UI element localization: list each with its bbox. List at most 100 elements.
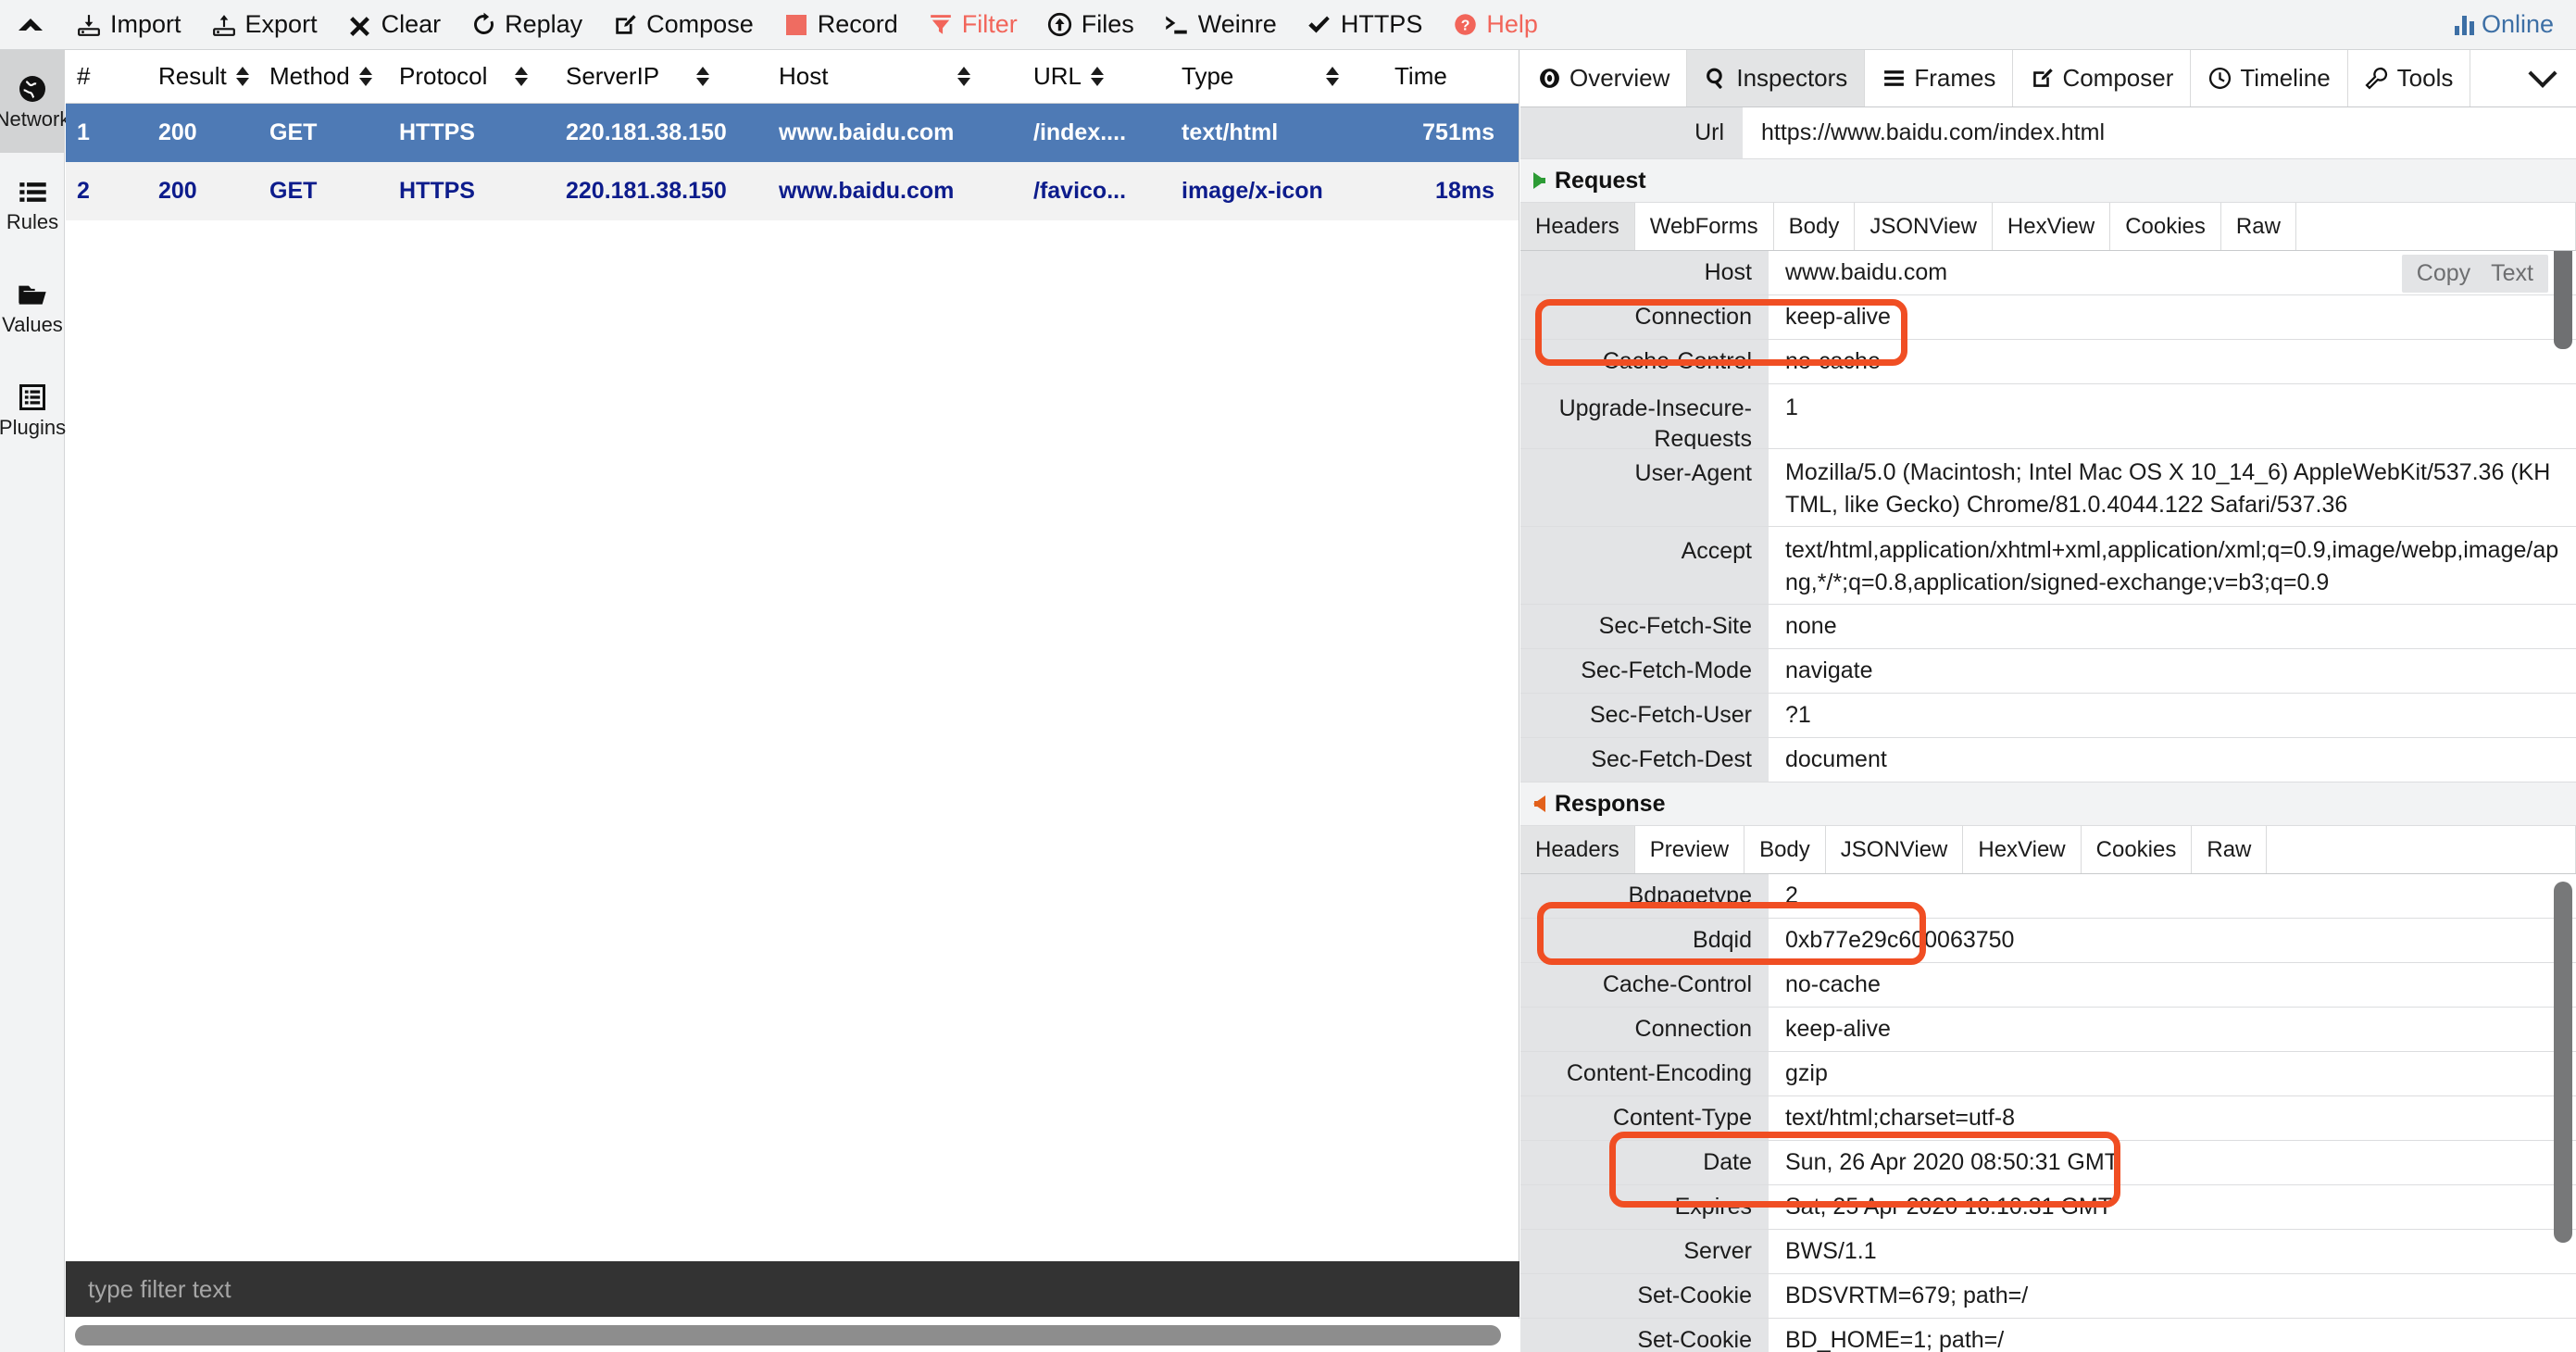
sort-arrows-icon[interactable] [358, 67, 372, 86]
import-button[interactable]: Import [61, 0, 196, 50]
header-value[interactable]: no-cache [1769, 963, 2576, 1007]
cell-num: 2 [77, 178, 90, 204]
replay-button[interactable]: Replay [456, 0, 597, 50]
more-tabs-button[interactable] [2509, 50, 2576, 106]
response-tab-body[interactable]: Body [1744, 826, 1826, 873]
header-value[interactable]: keep-alive [1769, 295, 2576, 339]
header-name: Connection [1520, 1008, 1769, 1051]
column-header-host[interactable]: Host [768, 50, 1022, 104]
header-value[interactable]: text/html;charset=utf-8 [1769, 1096, 2576, 1140]
header-value[interactable]: 1 [1769, 384, 2576, 448]
request-tab-jsonview[interactable]: JSONView [1855, 203, 1993, 250]
column-header-url[interactable]: URL [1022, 50, 1170, 104]
request-tab-raw[interactable]: Raw [2221, 203, 2296, 250]
sort-arrows-icon[interactable] [1326, 67, 1340, 86]
detail-tabs: Overview Inspectors Frames Composer Time… [1520, 50, 2576, 107]
files-label: Files [1081, 10, 1134, 38]
column-label-num: # [77, 62, 91, 90]
header-value[interactable]: BDSVRTM=679; path=/ [1769, 1274, 2576, 1318]
tab-timeline[interactable]: Timeline [2191, 50, 2348, 106]
header-name: Sec-Fetch-Mode [1520, 649, 1769, 693]
online-status-button[interactable]: Online [2454, 10, 2576, 39]
tab-overview[interactable]: Overview [1520, 50, 1688, 106]
column-header-time[interactable]: Time [1383, 50, 1504, 104]
header-value[interactable]: no-cache [1769, 340, 2576, 383]
header-value[interactable]: gzip [1769, 1052, 2576, 1095]
sidebar-item-network[interactable]: Network [0, 50, 69, 153]
tab-frames[interactable]: Frames [1865, 50, 2014, 106]
eye-icon [1537, 67, 1561, 91]
clear-button[interactable]: Clear [332, 0, 456, 50]
header-row-set-cookie: Set-Cookie BDSVRTM=679; path=/ [1520, 1274, 2576, 1319]
sort-arrows-icon[interactable] [1091, 67, 1105, 86]
header-value[interactable]: text/html,application/xhtml+xml,applicat… [1769, 527, 2576, 604]
tab-inspectors[interactable]: Inspectors [1687, 50, 1866, 106]
header-value[interactable]: Sat, 25 Apr 2020 16:10:31 GMT [1769, 1185, 2576, 1229]
request-tab-headers[interactable]: Headers [1520, 203, 1635, 250]
response-tab-headers[interactable]: Headers [1520, 826, 1635, 873]
header-value[interactable]: ?1 [1769, 694, 2576, 737]
header-value[interactable]: 2 [1769, 874, 2576, 918]
request-tab-webforms[interactable]: WebForms [1635, 203, 1774, 250]
header-value[interactable]: Mozilla/5.0 (Macintosh; Intel Mac OS X 1… [1769, 449, 2576, 526]
tab-tools[interactable]: Tools [2348, 50, 2471, 106]
horizontal-scrollbar-thumb[interactable] [75, 1325, 1501, 1346]
record-button[interactable]: Record [769, 0, 913, 50]
sort-arrows-icon[interactable] [235, 67, 249, 86]
https-button[interactable]: HTTPS [1292, 0, 1438, 50]
header-value[interactable]: keep-alive [1769, 1008, 2576, 1051]
response-tab-raw[interactable]: Raw [2192, 826, 2268, 873]
response-vertical-scrollbar[interactable] [2554, 882, 2572, 1243]
help-button[interactable]: ? Help [1437, 0, 1553, 50]
response-tab-hexview[interactable]: HexView [1963, 826, 2082, 873]
header-value[interactable]: navigate [1769, 649, 2576, 693]
sort-arrows-icon[interactable] [696, 67, 710, 86]
sidebar-item-rules[interactable]: Rules [0, 153, 65, 256]
compose-button[interactable]: Compose [597, 0, 769, 50]
column-header-result[interactable]: Result [147, 50, 258, 104]
header-value[interactable]: BD_HOME=1; path=/ [1769, 1319, 2576, 1352]
header-name: Cache-Control [1520, 963, 1769, 1007]
request-tab-body[interactable]: Body [1774, 203, 1856, 250]
horizontal-scrollbar[interactable] [66, 1319, 1519, 1352]
table-row[interactable]: 1 200 GET HTTPS 220.181.38.150 www.baidu… [66, 104, 1519, 162]
files-button[interactable]: Files [1032, 0, 1149, 50]
tab-composer[interactable]: Composer [2013, 50, 2192, 106]
header-value[interactable]: BWS/1.1 [1769, 1230, 2576, 1273]
request-tab-cookies[interactable]: Cookies [2110, 203, 2221, 250]
header-value[interactable]: 0xb77e29c600063750 [1769, 919, 2576, 962]
filter-button[interactable]: Filter [913, 0, 1032, 50]
replay-label: Replay [505, 10, 583, 38]
collapse-toolbar-button[interactable] [0, 0, 61, 50]
globe-icon [17, 73, 48, 105]
copy-button[interactable]: Copy [2417, 260, 2470, 287]
table-row[interactable]: 2 200 GET HTTPS 220.181.38.150 www.baidu… [66, 162, 1519, 220]
header-value[interactable]: none [1769, 605, 2576, 648]
column-header-protocol[interactable]: Protocol [388, 50, 555, 104]
weinre-button[interactable]: Weinre [1149, 0, 1292, 50]
column-header-method[interactable]: Method [258, 50, 388, 104]
header-row-sec-fetch-mode: Sec-Fetch-Mode navigate [1520, 649, 2576, 694]
header-name: Sec-Fetch-Site [1520, 605, 1769, 648]
text-button[interactable]: Text [2491, 260, 2533, 287]
list-icon [17, 176, 48, 207]
column-header-type[interactable]: Type [1170, 50, 1383, 104]
header-row-date: Date Sun, 26 Apr 2020 08:50:31 GMT [1520, 1141, 2576, 1185]
sort-arrows-icon[interactable] [515, 67, 529, 86]
header-value[interactable]: Sun, 26 Apr 2020 08:50:31 GMT [1769, 1141, 2576, 1184]
response-tab-jsonview[interactable]: JSONView [1826, 826, 1964, 873]
sort-arrows-icon[interactable] [957, 67, 971, 86]
response-tab-preview[interactable]: Preview [1635, 826, 1745, 873]
sidebar-item-plugins[interactable]: Plugins [0, 358, 66, 461]
filter-input[interactable] [88, 1274, 1434, 1304]
export-button[interactable]: Export [196, 0, 332, 50]
sidebar-item-values[interactable]: Values [0, 256, 65, 358]
request-tab-hexview[interactable]: HexView [1993, 203, 2111, 250]
column-header-num[interactable]: # [66, 50, 147, 104]
request-vertical-scrollbar[interactable] [2554, 251, 2572, 349]
response-tab-cookies[interactable]: Cookies [2082, 826, 2193, 873]
url-value[interactable]: https://www.baidu.com/index.html [1743, 107, 2576, 158]
session-list-pane: # Result Method Protocol ServerIP Host U… [66, 50, 1519, 1352]
header-value[interactable]: document [1769, 738, 2576, 782]
column-header-serverip[interactable]: ServerIP [555, 50, 768, 104]
